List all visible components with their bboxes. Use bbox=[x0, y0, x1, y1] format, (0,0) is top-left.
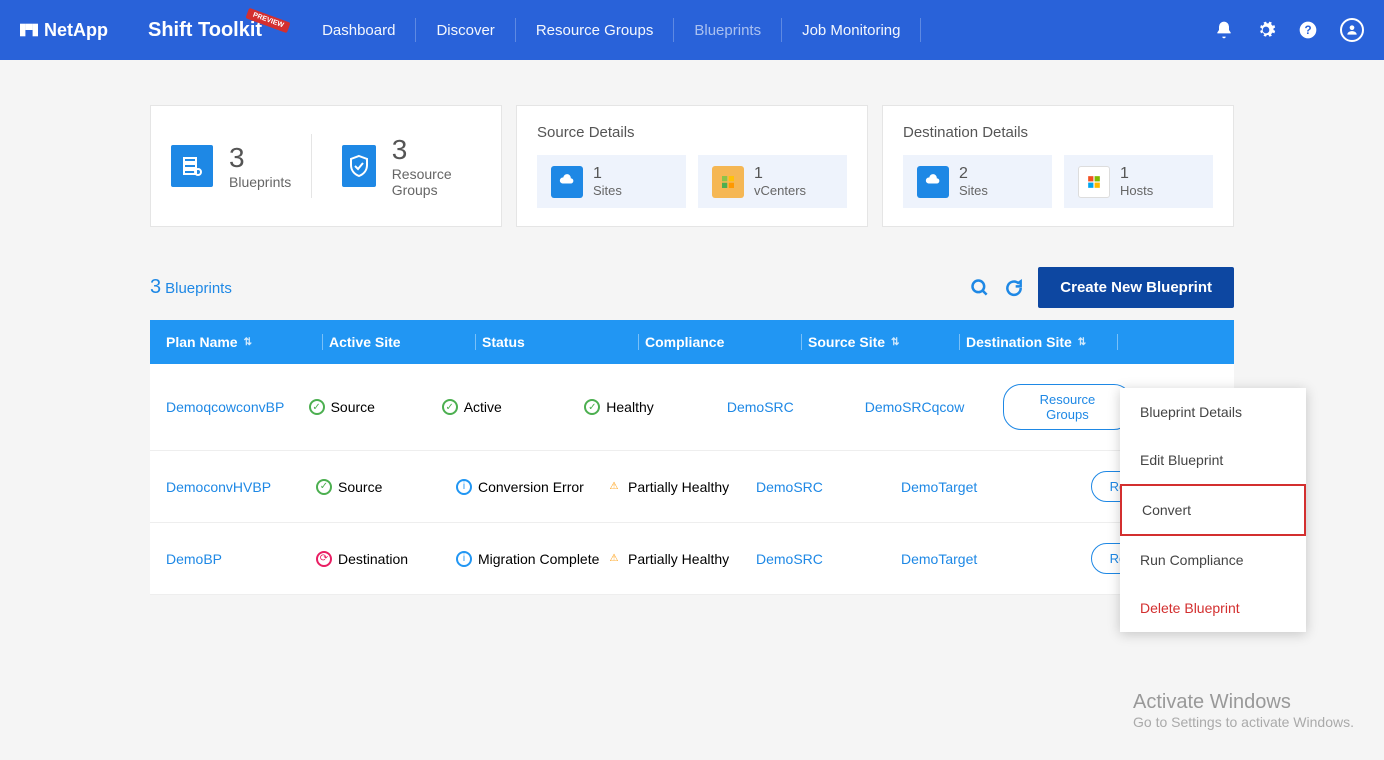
user-icon[interactable] bbox=[1340, 18, 1364, 42]
table-row: DemoqcowconvBP ✓Source ✓Active ✓Healthy … bbox=[150, 364, 1234, 451]
dest-hosts-label: Hosts bbox=[1120, 183, 1153, 198]
netapp-logo: NetApp bbox=[20, 20, 108, 41]
source-link[interactable]: DemoSRC bbox=[727, 399, 865, 415]
logo-text: NetApp bbox=[44, 20, 108, 41]
dest-hosts-count: 1 bbox=[1120, 165, 1153, 183]
windows-activation-watermark: Activate Windows Go to Settings to activ… bbox=[1133, 691, 1354, 730]
source-sites-count: 1 bbox=[593, 165, 622, 183]
main-nav: Dashboard Discover Resource Groups Bluep… bbox=[302, 18, 921, 42]
shield-icon bbox=[342, 145, 376, 187]
dest-sites-count: 2 bbox=[959, 165, 988, 183]
col-source-site[interactable]: Source Site⇅ bbox=[808, 334, 953, 350]
stat-blueprints: 3 Blueprints bbox=[171, 142, 311, 190]
destination-details-title: Destination Details bbox=[903, 124, 1213, 141]
svg-text:?: ? bbox=[1304, 24, 1311, 37]
stat-blueprints-count: 3 bbox=[229, 142, 291, 174]
table-count: 3Blueprints bbox=[150, 276, 232, 299]
plan-name-link[interactable]: DemoqcowconvBP bbox=[166, 399, 309, 415]
create-blueprint-button[interactable]: Create New Blueprint bbox=[1038, 267, 1234, 308]
menu-convert[interactable]: Convert bbox=[1120, 484, 1306, 536]
warning-icon: ⚠ bbox=[606, 551, 622, 567]
source-link[interactable]: DemoSRC bbox=[756, 551, 901, 567]
source-vcenters-label: vCenters bbox=[754, 183, 806, 198]
source-vcenters: 1 vCenters bbox=[698, 155, 847, 208]
check-icon: ✓ bbox=[309, 399, 325, 415]
check-icon: ✓ bbox=[442, 399, 458, 415]
gear-icon[interactable] bbox=[1256, 20, 1276, 40]
info-icon: i bbox=[456, 479, 472, 495]
menu-delete-blueprint[interactable]: Delete Blueprint bbox=[1120, 584, 1306, 632]
destination-details-card: Destination Details 2 Sites bbox=[882, 105, 1234, 227]
source-details-title: Source Details bbox=[537, 124, 847, 141]
summary-counts-card: 3 Blueprints 3 Resource Groups bbox=[150, 105, 502, 227]
plan-name-link[interactable]: DemoBP bbox=[166, 551, 316, 567]
cloud-icon bbox=[551, 166, 583, 198]
stat-resource-groups: 3 Resource Groups bbox=[311, 134, 482, 198]
warning-icon: ⚠ bbox=[606, 479, 622, 495]
table-actions: Create New Blueprint bbox=[970, 267, 1234, 308]
nav-job-monitoring[interactable]: Job Monitoring bbox=[782, 18, 921, 42]
dest-hosts: 1 Hosts bbox=[1064, 155, 1213, 208]
dest-link[interactable]: DemoTarget bbox=[901, 479, 1046, 495]
refresh-icon[interactable] bbox=[1004, 278, 1024, 298]
dest-sites-label: Sites bbox=[959, 183, 988, 198]
nav-discover[interactable]: Discover bbox=[416, 18, 515, 42]
source-vcenters-count: 1 bbox=[754, 165, 806, 183]
col-compliance[interactable]: Compliance bbox=[645, 334, 795, 350]
menu-blueprint-details[interactable]: Blueprint Details bbox=[1120, 388, 1306, 436]
table-header-bar: 3Blueprints Create New Blueprint bbox=[150, 267, 1234, 308]
blueprints-icon bbox=[171, 145, 213, 187]
table-row: DemoBP ⟳Destination iMigration Complete … bbox=[150, 523, 1234, 595]
menu-run-compliance[interactable]: Run Compliance bbox=[1120, 536, 1306, 584]
col-destination-site[interactable]: Destination Site⇅ bbox=[966, 334, 1111, 350]
plan-name-link[interactable]: DemoconvHVBP bbox=[166, 479, 316, 495]
microsoft-icon bbox=[1078, 166, 1110, 198]
col-active-site[interactable]: Active Site bbox=[329, 334, 469, 350]
col-status[interactable]: Status bbox=[482, 334, 632, 350]
table-row: DemoconvHVBP ✓Source iConversion Error ⚠… bbox=[150, 451, 1234, 523]
destination-icon: ⟳ bbox=[316, 551, 332, 567]
help-icon[interactable]: ? bbox=[1298, 20, 1318, 40]
dest-link[interactable]: DemoSRCqcow bbox=[865, 399, 1003, 415]
source-details-card: Source Details 1 Sites 1 bbox=[516, 105, 868, 227]
blueprints-table: Plan Name⇅ Active Site Status Compliance… bbox=[150, 320, 1234, 595]
menu-edit-blueprint[interactable]: Edit Blueprint bbox=[1120, 436, 1306, 484]
dest-sites: 2 Sites bbox=[903, 155, 1052, 208]
logo-icon bbox=[20, 21, 38, 39]
source-link[interactable]: DemoSRC bbox=[756, 479, 901, 495]
check-icon: ✓ bbox=[316, 479, 332, 495]
header-icons: ? bbox=[1214, 18, 1364, 42]
stat-blueprints-label: Blueprints bbox=[229, 174, 291, 190]
table-head: Plan Name⇅ Active Site Status Compliance… bbox=[150, 320, 1234, 364]
stat-rg-count: 3 bbox=[392, 134, 481, 166]
resource-groups-button[interactable]: Resource Groups bbox=[1003, 384, 1133, 430]
stat-rg-label: Resource Groups bbox=[392, 166, 481, 198]
info-icon: i bbox=[456, 551, 472, 567]
nav-blueprints[interactable]: Blueprints bbox=[674, 18, 782, 42]
context-menu: Blueprint Details Edit Blueprint Convert… bbox=[1120, 388, 1306, 632]
summary-row: 3 Blueprints 3 Resource Groups Source De… bbox=[150, 105, 1234, 227]
source-sites-label: Sites bbox=[593, 183, 622, 198]
vcenter-icon bbox=[712, 166, 744, 198]
app-header: NetApp Shift Toolkit PREVIEW Dashboard D… bbox=[0, 0, 1384, 60]
cloud-icon bbox=[917, 166, 949, 198]
dest-link[interactable]: DemoTarget bbox=[901, 551, 1046, 567]
search-icon[interactable] bbox=[970, 278, 990, 298]
nav-resource-groups[interactable]: Resource Groups bbox=[516, 18, 675, 42]
nav-dashboard[interactable]: Dashboard bbox=[302, 18, 416, 42]
bell-icon[interactable] bbox=[1214, 20, 1234, 40]
col-plan-name[interactable]: Plan Name⇅ bbox=[166, 334, 316, 350]
check-icon: ✓ bbox=[584, 399, 600, 415]
source-sites: 1 Sites bbox=[537, 155, 686, 208]
app-title: Shift Toolkit PREVIEW bbox=[148, 19, 262, 42]
